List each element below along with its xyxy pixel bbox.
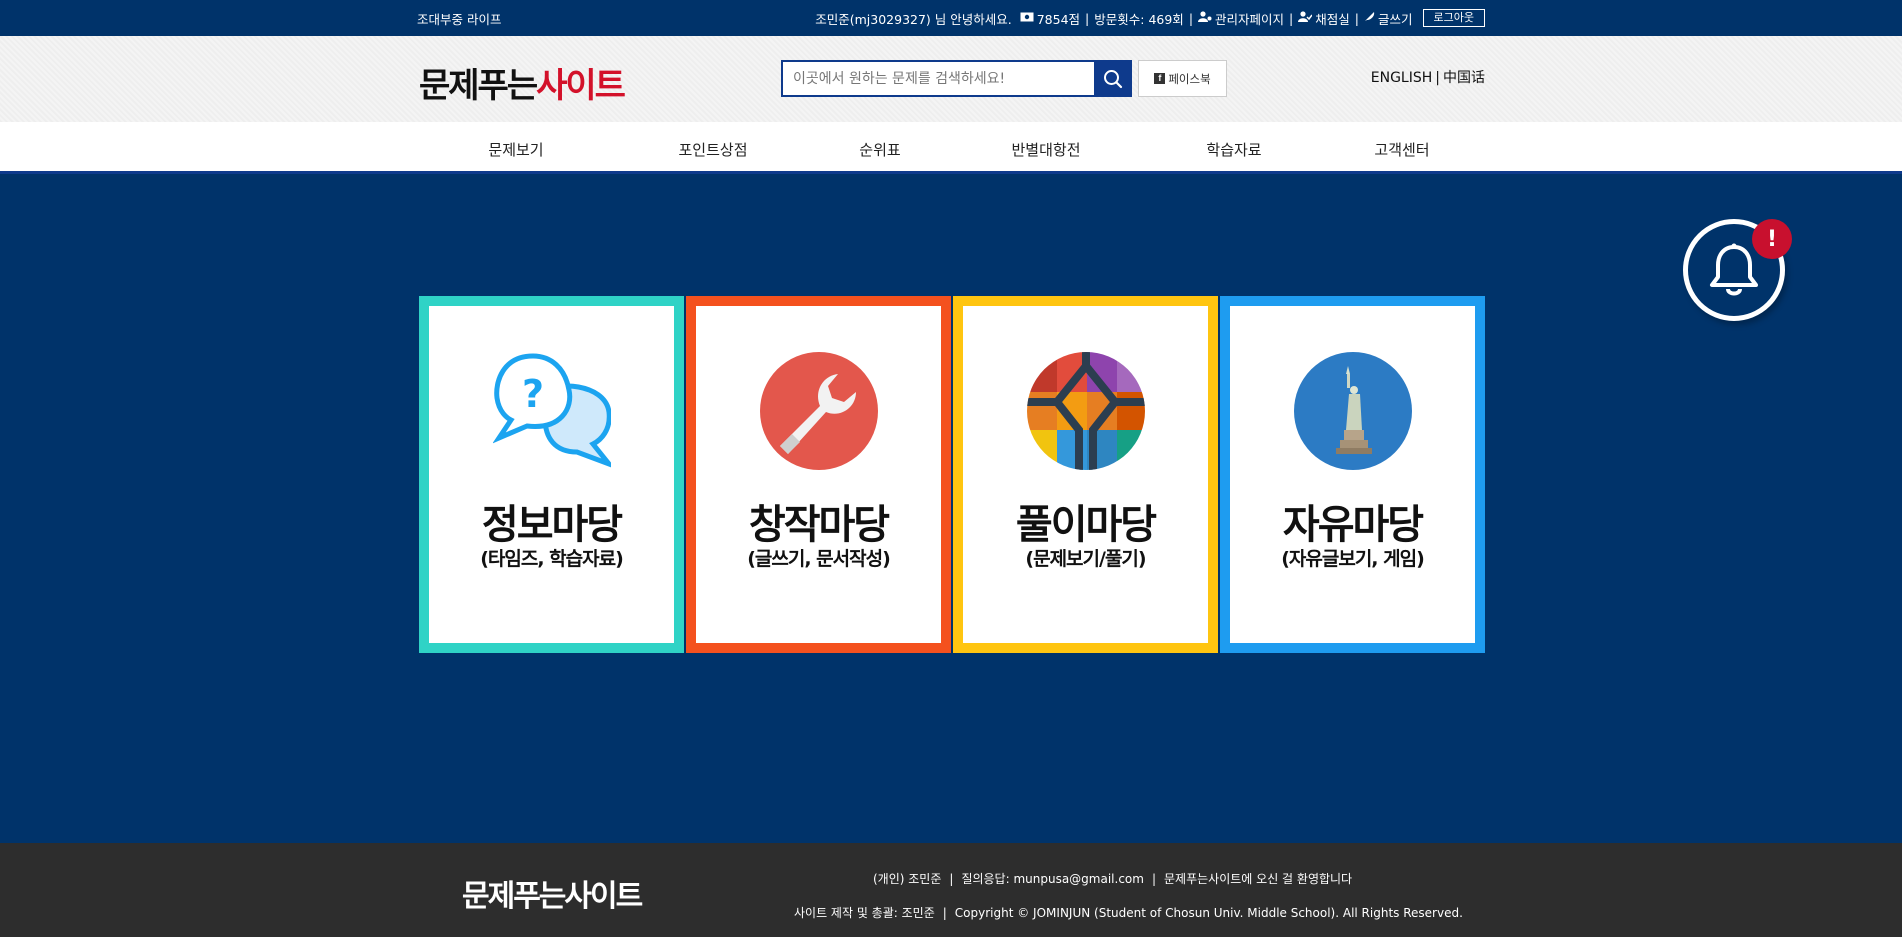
points-icon — [1020, 12, 1034, 25]
user-gear-icon — [1198, 11, 1212, 25]
search-icon — [1104, 69, 1123, 88]
card-title: 창작마당 — [748, 502, 890, 548]
nav-item-ranking[interactable]: 순위표 — [859, 139, 900, 160]
search-box — [781, 60, 1132, 97]
visit-count: 방문횟수: 469회 — [1094, 11, 1184, 27]
footer-contact[interactable]: 질의응답: munpusa@gmail.com — [961, 872, 1144, 886]
bell-icon — [1710, 243, 1758, 296]
footer: 문제푸는사이트 (개인) 조민준 | 질의응답: munpusa@gmail.com… — [0, 843, 1902, 937]
nav-item-point-shop[interactable]: 포인트상점 — [678, 139, 747, 160]
lang-english[interactable]: ENGLISH — [1371, 70, 1433, 86]
card-creation[interactable]: 창작마당 (글쓰기, 문서작성) — [686, 296, 951, 653]
user-check-icon — [1298, 11, 1313, 25]
nav-item-study-materials[interactable]: 학습자료 — [1206, 139, 1261, 160]
top-bar: 조대부중 라이프 조민준(mj3029327) 님 안녕하세요. 7854점 |… — [0, 0, 1902, 36]
greeting-text: 조민준(mj3029327) 님 안녕하세요. — [815, 11, 1012, 27]
site-logo[interactable]: 문제푸는사이트 — [419, 58, 626, 107]
nav-item-customer-center[interactable]: 고객센터 — [1374, 139, 1429, 160]
card-title: 자유마당 — [1282, 502, 1424, 548]
language-switcher: ENGLISH | 中国话 — [1370, 70, 1485, 86]
footer-info-line: (개인) 조민준 | 질의응답: munpusa@gmail.com | 문제푸는사이트… — [873, 872, 1353, 886]
colorful-y-icon — [1026, 352, 1145, 470]
feather-icon — [1364, 11, 1375, 25]
user-info: 조민준(mj3029327) 님 안녕하세요. 7854점 | 방문횟수: 46… — [815, 9, 1485, 28]
card-free[interactable]: 자유마당 (자유글보기, 게임) — [1220, 296, 1485, 653]
main-nav: 문제보기 포인트상점 순위표 반별대항전 학습자료 고객센터 — [0, 122, 1902, 174]
card-title: 정보마당 — [481, 502, 623, 548]
footer-copyright: Copyright © JOMINJUN (Student of Chosun … — [954, 906, 1463, 920]
svg-text:?: ? — [521, 372, 543, 416]
card-solving[interactable]: 풀이마당 (문제보기/풀기) — [953, 296, 1218, 653]
notification-badge: ! — [1752, 219, 1792, 259]
card-subtitle: (타임즈, 학습자료) — [480, 548, 624, 570]
card-title: 풀이마당 — [1015, 502, 1157, 548]
card-subtitle: (문제보기/풀기) — [1025, 548, 1146, 570]
card-info[interactable]: ? 정보마당 (타임즈, 학습자료) — [419, 296, 684, 653]
footer-owner: (개인) 조민준 — [873, 872, 942, 886]
footer-copyright-line: 사이트 제작 및 총괄: 조민준 | Copyright © JOMINJUN (S… — [794, 906, 1463, 920]
logout-button[interactable]: 로그아웃 — [1422, 9, 1485, 27]
admin-page-link[interactable]: 관리자페이지 — [1215, 9, 1284, 28]
site-label[interactable]: 조대부중 라이프 — [417, 9, 501, 28]
card-subtitle: (자유글보기, 게임) — [1281, 548, 1425, 570]
lang-chinese[interactable]: 中国话 — [1443, 70, 1485, 86]
nav-item-class-battle[interactable]: 반별대항전 — [1011, 139, 1080, 160]
statue-of-liberty-icon — [1293, 352, 1412, 470]
card-subtitle: (글쓰기, 문서작성) — [747, 548, 891, 570]
header: 문제푸는사이트 f 페이스북 ENGLISH|中国话 — [0, 36, 1902, 122]
grading-room-link[interactable]: 채점실 — [1315, 9, 1350, 28]
footer-logo: 문제푸는사이트 — [462, 879, 643, 914]
write-link[interactable]: 글쓰기 — [1378, 9, 1413, 28]
chat-question-icon: ? — [492, 353, 611, 468]
points-value: 7854점 — [1036, 11, 1081, 27]
nav-item-problems[interactable]: 문제보기 — [488, 139, 543, 160]
search-button[interactable] — [1094, 60, 1132, 97]
wrench-icon — [759, 352, 878, 470]
search-input[interactable] — [781, 60, 1094, 97]
footer-welcome: 문제푸는사이트에 오신 걸 환영합니다 — [1164, 872, 1353, 886]
facebook-icon: f — [1154, 73, 1166, 84]
footer-producer: 사이트 제작 및 총괄: 조민준 — [794, 906, 935, 920]
facebook-button[interactable]: f 페이스북 — [1138, 60, 1227, 97]
